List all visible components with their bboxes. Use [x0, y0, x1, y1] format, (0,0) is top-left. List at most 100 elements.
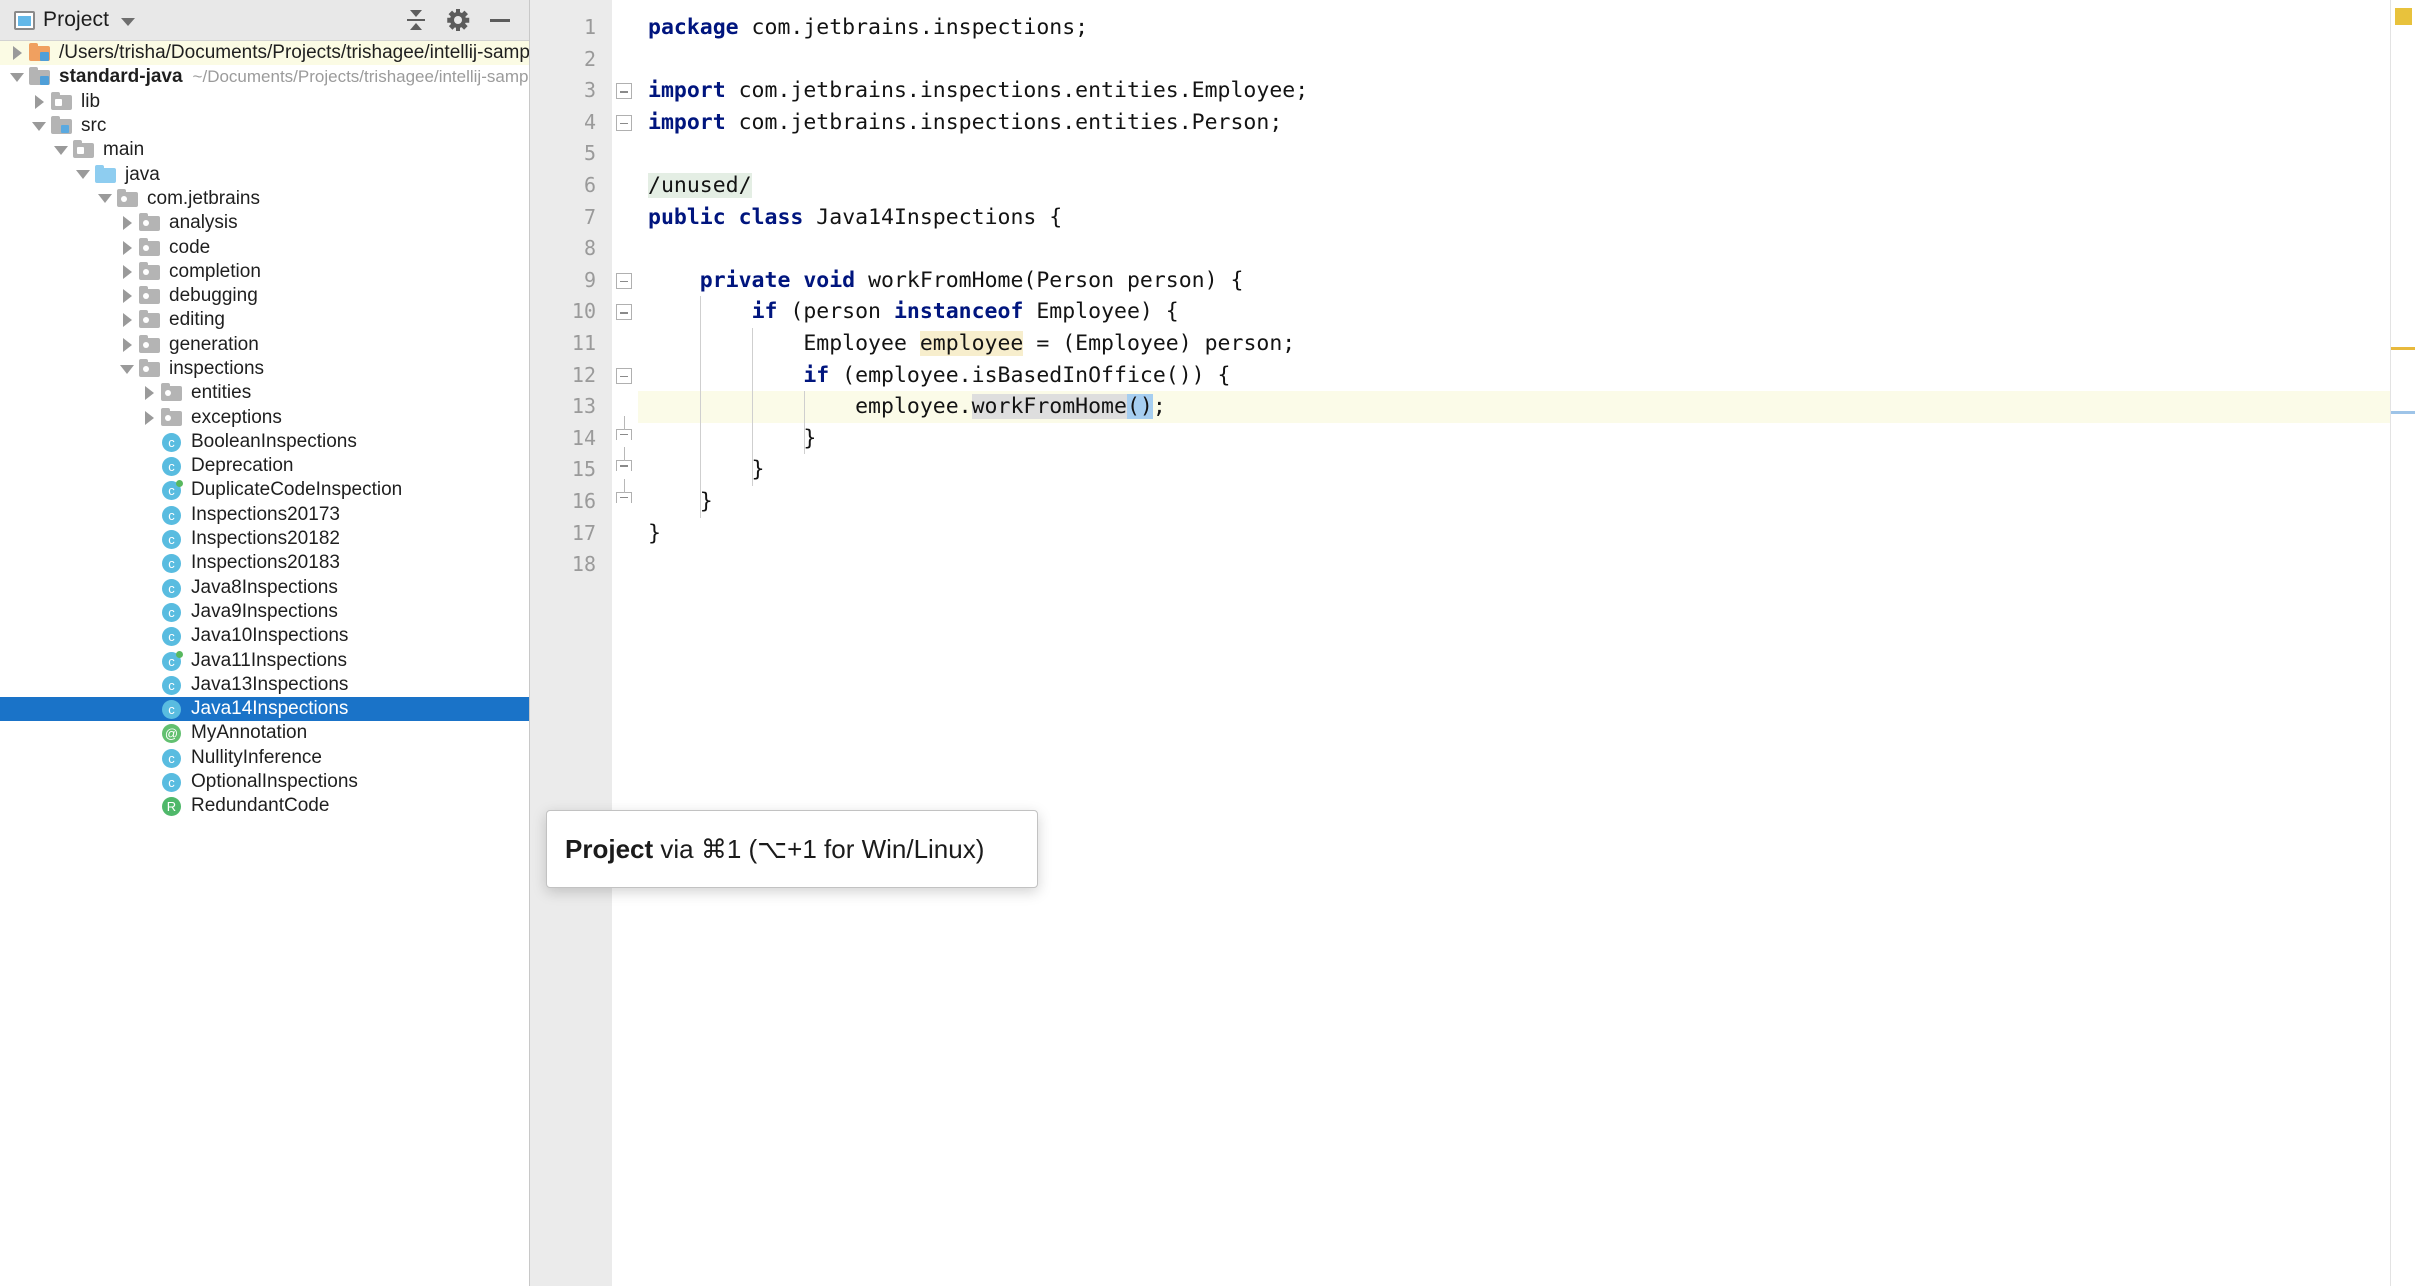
code-line[interactable]: employee.workFromHome();: [638, 391, 2416, 423]
tree-node-editing[interactable]: editing: [0, 308, 529, 332]
tree-node-booleaninspections[interactable]: c BooleanInspections: [0, 430, 529, 454]
fold-end-icon[interactable]: [616, 415, 632, 440]
twisty-expanded-icon[interactable]: [116, 358, 138, 380]
fold-end-icon[interactable]: [616, 478, 632, 503]
line-number: 8: [583, 236, 596, 261]
tree-node-java8inspections[interactable]: c Java8Inspections: [0, 576, 529, 600]
collapse-all-button[interactable]: [399, 5, 433, 35]
tree-node-entities[interactable]: entities: [0, 381, 529, 405]
java-record-icon: R: [160, 795, 184, 817]
twisty-expanded-icon[interactable]: [6, 66, 28, 88]
hide-button[interactable]: [483, 5, 517, 35]
tree-node-nullityinference[interactable]: c NullityInference: [0, 746, 529, 770]
code-text-area[interactable]: package com.jetbrains.inspections; import…: [638, 0, 2416, 1286]
code-line[interactable]: import com.jetbrains.inspections.entitie…: [638, 75, 2416, 107]
twisty-collapsed-icon[interactable]: [28, 91, 50, 113]
code-line[interactable]: }: [638, 422, 2416, 455]
twisty-expanded-icon[interactable]: [72, 164, 94, 186]
tree-node-inspections20183[interactable]: c Inspections20183: [0, 551, 529, 575]
twisty-expanded-icon[interactable]: [28, 115, 50, 137]
fold-collapse-icon[interactable]: [616, 272, 632, 289]
code-line[interactable]: private void workFromHome(Person person)…: [638, 265, 2416, 297]
line-number: 9: [583, 267, 596, 292]
java-class-icon: c: [160, 674, 184, 696]
code-line[interactable]: import com.jetbrains.inspections.entitie…: [638, 107, 2416, 139]
code-line[interactable]: if (employee.isBasedInOffice()) {: [638, 359, 2416, 392]
tree-node-lib[interactable]: lib: [0, 90, 529, 114]
twisty-collapsed-icon[interactable]: [138, 382, 160, 404]
twisty-expanded-icon[interactable]: [50, 139, 72, 161]
code-line[interactable]: public class Java14Inspections {: [638, 202, 2416, 234]
fold-collapse-icon[interactable]: [616, 83, 632, 100]
stripe-warning-mark[interactable]: [2391, 347, 2415, 350]
tree-node-duplicatecodeinspection[interactable]: c DuplicateCodeInspection: [0, 478, 529, 502]
shortcut-hint-body: via ⌘1 (⌥+1 for Win/Linux): [653, 833, 985, 864]
code-line[interactable]: package com.jetbrains.inspections;: [638, 12, 2416, 44]
tree-node--users-trisha-documents-projects-trishag[interactable]: /Users/trisha/Documents/Projects/trishag…: [0, 41, 529, 66]
tree-node-deprecation[interactable]: c Deprecation: [0, 454, 529, 478]
code-folding-gutter[interactable]: [612, 0, 638, 1286]
tree-node-inspections20182[interactable]: c Inspections20182: [0, 527, 529, 551]
twisty-collapsed-icon[interactable]: [116, 334, 138, 356]
line-number-gutter[interactable]: 1 2 3 4 5 6 7 8 9 10 11 12 13 14 15 16 17 18: [530, 0, 612, 1286]
code-line[interactable]: /unused/: [638, 170, 2416, 202]
tree-node-java[interactable]: java: [0, 162, 529, 186]
settings-button[interactable]: [441, 5, 475, 35]
code-line[interactable]: [638, 44, 2416, 76]
tree-node-redundantcode[interactable]: R RedundantCode: [0, 794, 529, 818]
fold-end-icon[interactable]: [616, 447, 632, 472]
code-line[interactable]: Employee employee = (Employee) person;: [638, 327, 2416, 360]
tree-node-code[interactable]: code: [0, 235, 529, 259]
fold-collapse-icon[interactable]: [616, 367, 632, 384]
tree-node-optionalinspections[interactable]: c OptionalInspections: [0, 770, 529, 794]
class-glyph: c: [162, 627, 181, 647]
chevron-down-icon[interactable]: [121, 17, 136, 26]
tree-node-myannotation[interactable]: @ MyAnnotation: [0, 721, 529, 745]
project-root-folder-icon-shape: [29, 43, 50, 62]
code-line[interactable]: [638, 138, 2416, 170]
code-line[interactable]: }: [638, 485, 2416, 518]
indent-guide: [751, 422, 753, 455]
twisty-expanded-icon[interactable]: [94, 188, 116, 210]
fold-collapse-icon[interactable]: [616, 304, 632, 321]
code-line[interactable]: }: [638, 454, 2416, 486]
twisty-collapsed-icon[interactable]: [116, 237, 138, 259]
tree-node-com-jetbrains[interactable]: com.jetbrains: [0, 187, 529, 211]
fold-collapse-icon[interactable]: [616, 114, 632, 131]
tree-node-completion[interactable]: completion: [0, 260, 529, 284]
tree-node-analysis[interactable]: analysis: [0, 211, 529, 235]
tree-node-debugging[interactable]: debugging: [0, 284, 529, 308]
stripe-info-mark[interactable]: [2391, 411, 2415, 414]
java-class-icon: c: [160, 625, 184, 647]
code-line[interactable]: [638, 549, 2416, 581]
twisty-collapsed-icon[interactable]: [138, 407, 160, 429]
fold-row: [612, 12, 638, 44]
tree-node-main[interactable]: main: [0, 138, 529, 162]
inspection-status-badge[interactable]: [2395, 8, 2412, 25]
tree-node-inspections[interactable]: inspections: [0, 357, 529, 381]
tree-node-src[interactable]: src: [0, 114, 529, 138]
twisty-collapsed-icon[interactable]: [116, 261, 138, 283]
twisty-collapsed-icon[interactable]: [116, 309, 138, 331]
tree-node-inspections20173[interactable]: c Inspections20173: [0, 503, 529, 527]
twisty-collapsed-icon[interactable]: [116, 285, 138, 307]
tree-node-java11inspections[interactable]: c Java11Inspections: [0, 648, 529, 672]
tree-node-java10inspections[interactable]: c Java10Inspections: [0, 624, 529, 648]
twisty-collapsed-icon[interactable]: [116, 212, 138, 234]
tree-node-exceptions[interactable]: exceptions: [0, 405, 529, 429]
tree-node-java14inspections[interactable]: c Java14Inspections: [0, 697, 529, 722]
class-glyph: c: [162, 505, 181, 525]
tree-node-java9inspections[interactable]: c Java9Inspections: [0, 600, 529, 624]
code-text: }: [648, 457, 765, 483]
tree-node-standard-java[interactable]: standard-java ~/Documents/Projects/trisha…: [0, 65, 529, 89]
tree-node-generation[interactable]: generation: [0, 333, 529, 357]
code-line[interactable]: [638, 233, 2416, 265]
code-line[interactable]: }: [638, 518, 2416, 550]
analysis-stripe[interactable]: [2390, 0, 2416, 1286]
code-line[interactable]: if (person instanceof Employee) {: [638, 296, 2416, 328]
twisty-collapsed-icon[interactable]: [6, 42, 28, 64]
tree-node-java13inspections[interactable]: c Java13Inspections: [0, 673, 529, 697]
code-text: com.jetbrains.inspections.entities.Perso…: [725, 109, 1283, 135]
collapse-all-icon: [405, 9, 427, 31]
project-tree[interactable]: /Users/trisha/Documents/Projects/trishag…: [0, 41, 529, 1286]
